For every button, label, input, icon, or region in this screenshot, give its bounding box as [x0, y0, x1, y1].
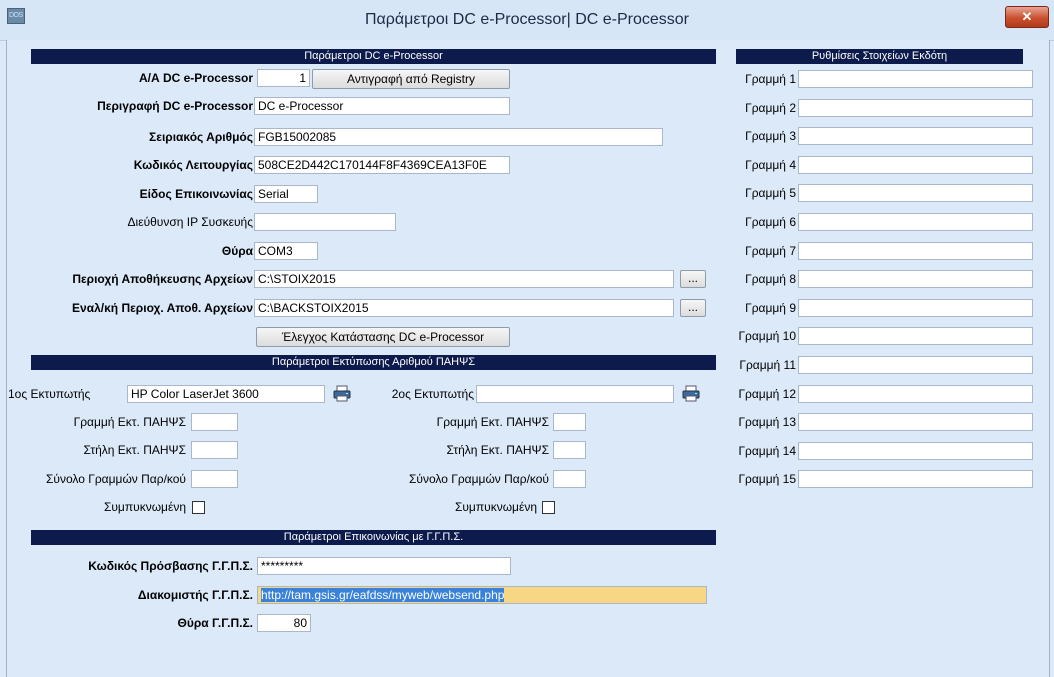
alt-storage-browse-button[interactable]: ... [680, 299, 706, 317]
p2-total-field[interactable] [553, 470, 586, 488]
comm-type-field[interactable]: Serial [254, 185, 318, 203]
printer2-printer-icon[interactable] [681, 385, 701, 403]
issuer-line-6-label: Γραμμή 6 [745, 215, 796, 229]
p1-line-label: Γραμμή Εκτ. ΠΑΗΨΣ [73, 415, 186, 429]
description-label: Περιγραφή DC e-Processor [97, 99, 253, 113]
issuer-line-12-field[interactable] [798, 384, 1033, 403]
port-label: Θύρα [221, 244, 253, 258]
alt-storage-field[interactable]: C:\BACKSTOIX2015 [254, 299, 674, 317]
section-header-dc: Παράμετροι DC e-Processor [31, 49, 716, 64]
storage-browse-button[interactable]: ... [680, 270, 706, 288]
issuer-line-15-field[interactable] [798, 470, 1033, 489]
description-field[interactable]: DC e-Processor [254, 97, 510, 115]
storage-area-label: Περιοχή Αποθήκευσης Αρχείων [72, 272, 253, 286]
comm-type-label: Είδος Επικοινωνίας [139, 187, 253, 201]
issuer-line-2-field[interactable] [798, 98, 1033, 117]
p2-line-label: Γραμμή Εκτ. ΠΑΗΨΣ [436, 415, 549, 429]
gsis-server-value: http://tam.gsis.gr/eafdss/myweb/websend.… [261, 588, 505, 602]
p1-col-field[interactable] [191, 441, 238, 459]
port-field[interactable]: COM3 [254, 242, 318, 260]
issuer-line-4-field[interactable] [798, 155, 1033, 174]
p2-total-label: Σύνολο Γραμμών Παρ/κού [408, 472, 549, 486]
issuer-line-5-field[interactable] [798, 184, 1033, 203]
p1-col-label: Στήλη Εκτ. ΠΑΗΨΣ [83, 443, 186, 457]
printer1-label: 1ος Εκτυπωτής [8, 387, 91, 401]
gsis-server-label: Διακομιστής Γ.Γ.Π.Σ. [137, 588, 253, 602]
issuer-line-9-label: Γραμμή 9 [745, 300, 796, 315]
issuer-line-7-field[interactable] [798, 241, 1033, 260]
issuer-line-5-label: Γραμμή 5 [745, 186, 796, 201]
gsis-server-field[interactable]: http://tam.gsis.gr/eafdss/myweb/websend.… [257, 586, 707, 604]
issuer-line-11-label: Γραμμή 11 [739, 358, 796, 372]
operation-code-field[interactable]: 508CE2D442C170144F8F4369CEA13F0E [254, 156, 510, 174]
issuer-line-11-field[interactable] [798, 356, 1033, 374]
section-header-issuer: Ρυθμίσεις Στοιχείων Εκδότη [736, 49, 1023, 64]
issuer-line-3-label: Γραμμή 3 [745, 129, 796, 144]
ip-field[interactable] [254, 213, 396, 231]
p1-compact-checkbox[interactable] [192, 501, 205, 514]
section-header-gsis: Παράμετροι Επικοινωνίας με Γ.Γ.Π.Σ. [31, 530, 716, 545]
dialog-body: Παράμετροι DC e-Processor Α/Α DC e-Proce… [6, 40, 1050, 677]
p1-total-field[interactable] [191, 470, 238, 488]
issuer-line-2-label: Γραμμή 2 [745, 100, 796, 115]
aa-field[interactable]: 1 [257, 69, 310, 87]
issuer-line-13-label: Γραμμή 13 [738, 415, 796, 430]
window-title: Παράμετροι DC e-Processor| DC e-Processo… [364, 11, 690, 28]
printer2-field[interactable] [476, 385, 674, 403]
issuer-line-15-label: Γραμμή 15 [738, 472, 796, 487]
p2-col-label: Στήλη Εκτ. ΠΑΗΨΣ [446, 443, 549, 457]
issuer-line-10-label: Γραμμή 10 [738, 329, 796, 344]
storage-area-field[interactable]: C:\STOIX2015 [254, 270, 674, 288]
issuer-line-13-field[interactable] [798, 413, 1033, 432]
issuer-line-8-field[interactable] [798, 270, 1033, 289]
gsis-password-label: Κωδικός Πρόσβασης Γ.Γ.Π.Σ. [88, 559, 253, 573]
serial-label: Σειριακός Αριθμός [149, 130, 253, 144]
issuer-line-4-label: Γραμμή 4 [745, 157, 796, 172]
serial-field[interactable]: FGB15002085 [254, 128, 663, 146]
gsis-password-field[interactable]: ********* [257, 557, 511, 575]
p2-line-field[interactable] [553, 413, 586, 431]
check-status-button[interactable]: Έλεγχος Κατάστασης DC e-Processor [256, 327, 510, 347]
issuer-line-6-field[interactable] [798, 213, 1033, 231]
printer2-label: 2ος Εκτυπωτής [391, 387, 474, 401]
issuer-line-3-field[interactable] [798, 127, 1033, 146]
issuer-line-10-field[interactable] [798, 327, 1033, 346]
issuer-line-9-field[interactable] [798, 298, 1033, 317]
close-button[interactable]: ✕ [1005, 6, 1049, 28]
issuer-line-12-label: Γραμμή 12 [738, 386, 796, 401]
issuer-line-1-field[interactable] [798, 70, 1033, 88]
p1-line-field[interactable] [191, 413, 238, 431]
issuer-line-8-label: Γραμμή 8 [745, 272, 796, 287]
issuer-line-14-field[interactable] [798, 441, 1033, 460]
gsis-port-field[interactable]: 80 [257, 614, 311, 632]
ip-label: Διεύθυνση IP Συσκευής [127, 215, 253, 229]
operation-code-label: Κωδικός Λειτουργίας [133, 158, 253, 172]
title-bar: DOS Παράμετροι DC e-Processor| DC e-Proc… [0, 0, 1054, 41]
p2-compact-label: Συμπυκνωμένη [454, 500, 537, 514]
alt-storage-label: Εναλ/κή Περιοχ. Αποθ. Αρχείων [72, 301, 253, 315]
p1-compact-label: Συμπυκνωμένη [103, 500, 186, 514]
p1-total-label: Σύνολο Γραμμών Παρ/κού [45, 472, 186, 486]
issuer-line-14-label: Γραμμή 14 [738, 443, 796, 458]
printer1-field[interactable]: HP Color LaserJet 3600 [127, 385, 325, 403]
p2-compact-checkbox[interactable] [542, 501, 555, 514]
issuer-line-7-label: Γραμμή 7 [745, 243, 796, 258]
gsis-port-label: Θύρα Γ.Γ.Π.Σ. [177, 616, 253, 630]
section-header-print: Παράμετροι Εκτύπωσης Αριθμού ΠΑΗΨΣ [31, 355, 716, 370]
aa-label: Α/Α DC e-Processor [138, 71, 253, 85]
issuer-line-1-label: Γραμμή 1 [745, 72, 796, 86]
p2-col-field[interactable] [553, 441, 586, 459]
copy-from-registry-button[interactable]: Αντιγραφή από Registry [312, 69, 510, 89]
